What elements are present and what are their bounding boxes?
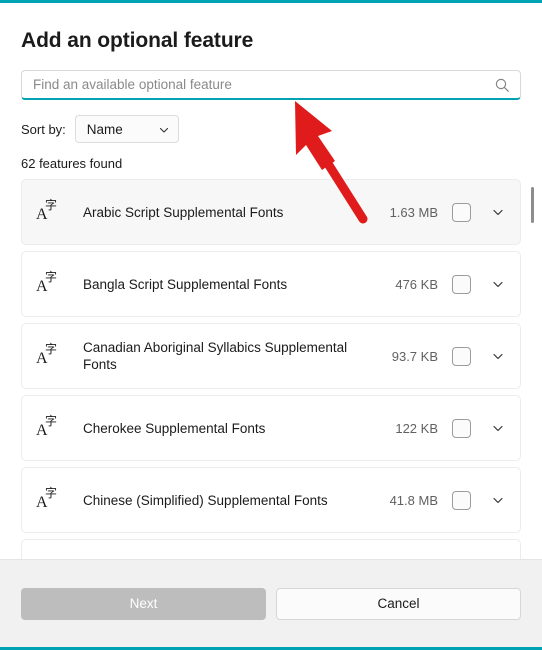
add-optional-feature-dialog: Add an optional feature Sort by: Name bbox=[0, 0, 542, 650]
list-item-size: 41.8 MB bbox=[389, 492, 438, 508]
search-box[interactable] bbox=[21, 70, 521, 100]
font-icon: A字 bbox=[36, 198, 58, 223]
chevron-down-icon[interactable] bbox=[488, 490, 508, 510]
list-item-label: Bangla Script Supplemental Fonts bbox=[83, 276, 288, 292]
next-button[interactable]: Next bbox=[21, 587, 266, 620]
dialog-footer: Next Cancel bbox=[0, 559, 542, 647]
chevron-down-icon[interactable] bbox=[488, 274, 508, 294]
search-input[interactable] bbox=[33, 77, 494, 92]
list-item-label: Chinese (Simplified) Supplemental Fonts bbox=[83, 492, 328, 508]
list-scrollbar[interactable] bbox=[528, 179, 538, 559]
list-item-size: 476 KB bbox=[395, 276, 438, 292]
results-count: 62 features found bbox=[21, 156, 123, 171]
font-icon: A字 bbox=[36, 486, 58, 511]
chevron-down-icon[interactable] bbox=[488, 202, 508, 222]
dialog-body: Add an optional feature Sort by: Name bbox=[0, 3, 542, 559]
list-item-checkbox[interactable] bbox=[452, 346, 471, 366]
list-item[interactable]: A字 Chinese (Simplified) Supplemental Fon… bbox=[21, 467, 521, 533]
list-item-size: 93.7 KB bbox=[391, 348, 438, 364]
list-item-checkbox[interactable] bbox=[452, 274, 471, 294]
search-icon[interactable] bbox=[494, 77, 510, 93]
list-item-size: 122 KB bbox=[395, 420, 438, 436]
list-item-partial[interactable] bbox=[21, 539, 521, 559]
list-item[interactable]: A字 Cherokee Supplemental Fonts 122 KB bbox=[21, 395, 521, 461]
list-item-checkbox[interactable] bbox=[452, 418, 471, 438]
list-item-label: Canadian Aboriginal Syllabics Supplement… bbox=[83, 340, 348, 372]
font-icon: A字 bbox=[36, 414, 58, 439]
list-item-label: Cherokee Supplemental Fonts bbox=[83, 420, 266, 436]
chevron-down-icon[interactable] bbox=[488, 346, 508, 366]
list-item-label: Arabic Script Supplemental Fonts bbox=[83, 204, 284, 220]
search-container bbox=[21, 70, 521, 100]
sort-by-dropdown[interactable]: Name bbox=[74, 115, 179, 143]
list-item[interactable]: A字 Canadian Aboriginal Syllabics Supplem… bbox=[21, 323, 521, 389]
cancel-button[interactable]: Cancel bbox=[276, 587, 521, 620]
font-icon: A字 bbox=[36, 270, 58, 295]
chevron-down-icon bbox=[158, 123, 170, 135]
list-item-checkbox[interactable] bbox=[452, 202, 471, 222]
font-icon: A字 bbox=[36, 342, 58, 367]
list-item-checkbox[interactable] bbox=[452, 490, 471, 510]
page-title: Add an optional feature bbox=[21, 29, 254, 52]
sort-by-value: Name bbox=[86, 121, 123, 137]
sort-row: Sort by: Name bbox=[21, 115, 542, 143]
list-item[interactable]: A字 Bangla Script Supplemental Fonts 476 … bbox=[21, 251, 521, 317]
features-list: A字 Arabic Script Supplemental Fonts 1.63… bbox=[0, 179, 542, 559]
sort-label: Sort by: bbox=[21, 121, 66, 137]
list-item[interactable]: A字 Arabic Script Supplemental Fonts 1.63… bbox=[21, 179, 521, 245]
list-item-size: 1.63 MB bbox=[389, 204, 438, 220]
chevron-down-icon[interactable] bbox=[488, 418, 508, 438]
scrollbar-thumb[interactable] bbox=[531, 187, 534, 223]
